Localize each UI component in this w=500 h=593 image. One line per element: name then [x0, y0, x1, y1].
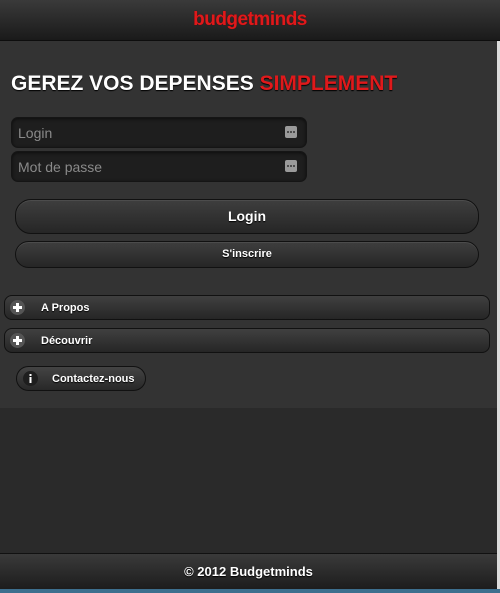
keyboard-icon[interactable]	[285, 160, 297, 172]
section-decouvrir[interactable]: Découvrir	[4, 328, 490, 353]
logo[interactable]: budgetminds	[193, 9, 307, 31]
password-field[interactable]	[11, 151, 307, 182]
keyboard-icon[interactable]	[285, 126, 297, 138]
page-headline: GEREZ VOS DEPENSES SIMPLEMENT	[11, 72, 397, 96]
copyright-text: © 2012 Budgetminds	[184, 564, 313, 579]
headline-accent: SIMPLEMENT	[259, 72, 398, 95]
password-input[interactable]	[12, 152, 278, 181]
login-field[interactable]	[11, 117, 307, 148]
contact-button[interactable]: Contactez-nous	[16, 366, 146, 391]
contact-label: Contactez-nous	[52, 373, 135, 385]
section-a-propos[interactable]: A Propos	[4, 295, 490, 320]
empty-area	[0, 408, 500, 553]
bottom-strip	[0, 589, 500, 593]
section-label: A Propos	[41, 302, 90, 314]
footer: © 2012 Budgetminds	[0, 553, 497, 590]
login-input[interactable]	[12, 118, 278, 147]
headline-main: GEREZ VOS DEPENSES	[11, 72, 260, 95]
login-button[interactable]: Login	[15, 199, 479, 234]
header-bar: budgetminds	[0, 0, 500, 41]
info-icon	[23, 371, 38, 386]
section-label: Découvrir	[41, 335, 93, 347]
plus-icon	[10, 300, 25, 315]
plus-icon	[10, 333, 25, 348]
register-button[interactable]: S'inscrire	[15, 241, 479, 268]
